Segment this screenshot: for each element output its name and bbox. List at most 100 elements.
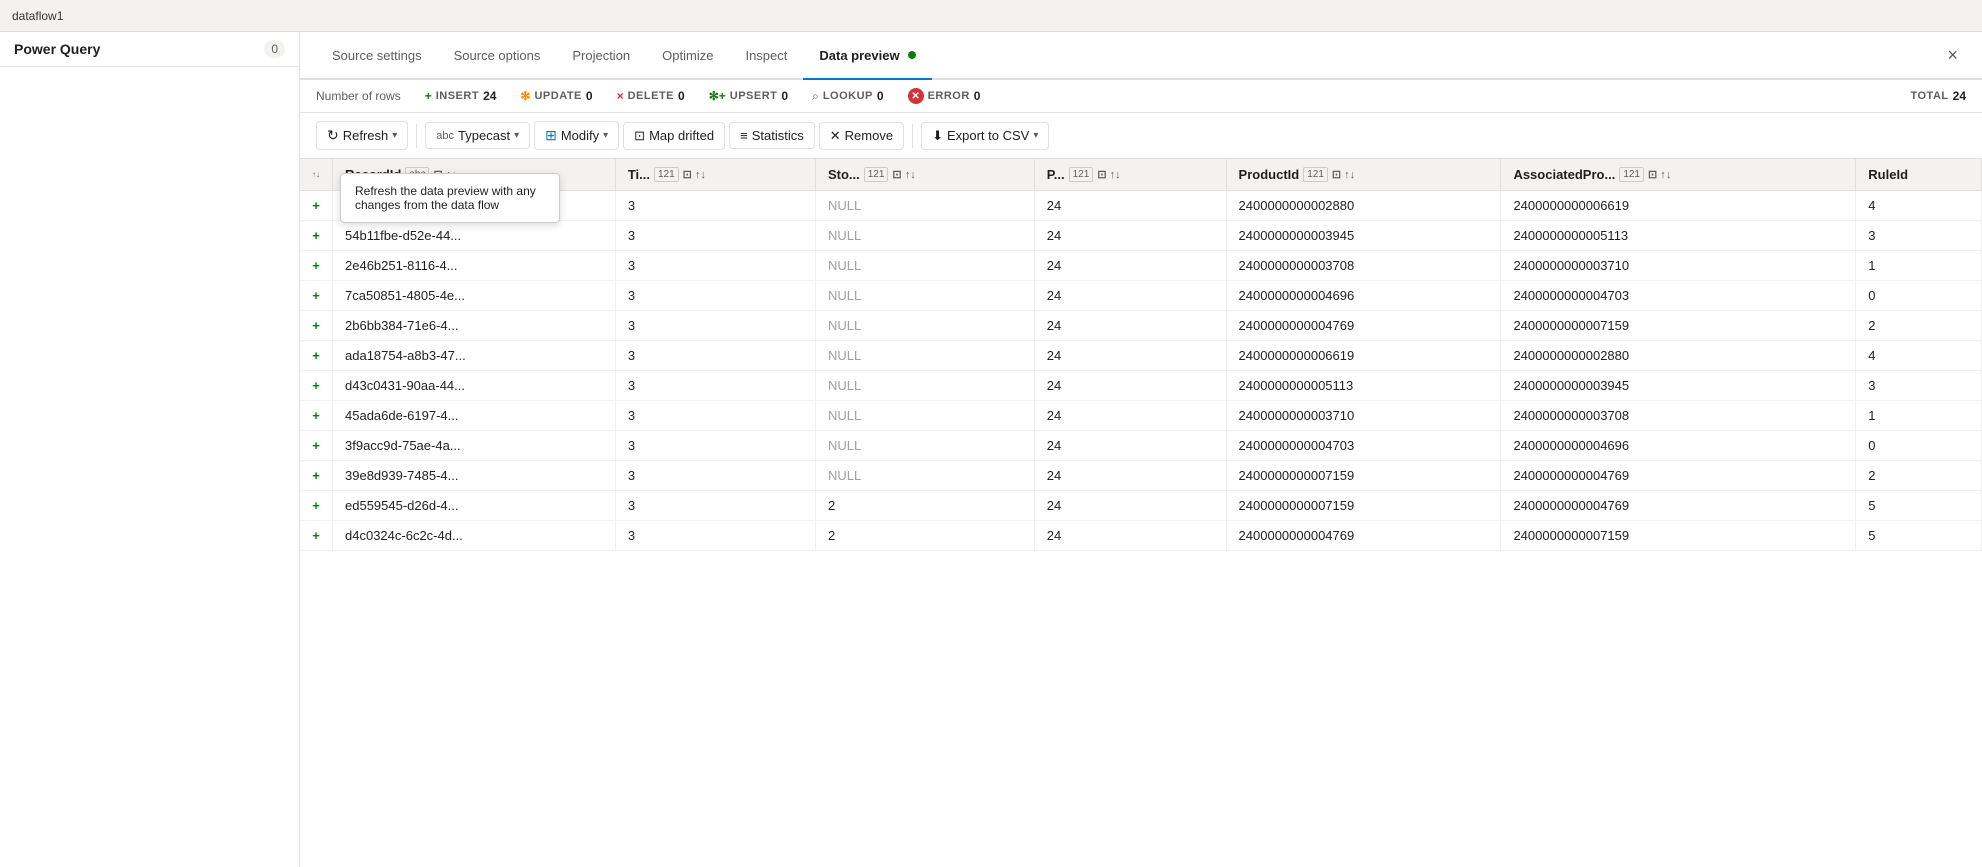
toolbar: Refresh the data preview with any change… (300, 113, 1982, 159)
row-insert-icon: + (300, 281, 333, 311)
map-drifted-icon: ⊡ (634, 128, 645, 144)
tabs-bar: Source settings Source options Projectio… (300, 32, 1982, 80)
cell-sto: NULL (815, 191, 1034, 221)
row-insert-icon: + (300, 191, 333, 221)
table-row[interactable]: + 2b6bb384-71e6-4... 3 NULL 24 240000000… (300, 311, 1982, 341)
col-sto-type: 121 (864, 167, 889, 182)
cell-recordid: 3f9acc9d-75ae-4a... (333, 431, 616, 461)
sidebar-count: 0 (264, 40, 285, 58)
cell-ruleid: 5 (1856, 521, 1982, 551)
lookup-icon: ⌕ (812, 89, 819, 104)
stat-lookup: ⌕ LOOKUP 0 (812, 89, 883, 104)
cell-p: 24 (1034, 311, 1226, 341)
col-sto-header[interactable]: Sto... 121 ⊡ ↑↓ (815, 159, 1034, 191)
cell-p: 24 (1034, 281, 1226, 311)
sidebar-header: Power Query 0 (0, 32, 299, 67)
content-area: Source settings Source options Projectio… (300, 32, 1982, 867)
statistics-button[interactable]: ≡ Statistics (729, 122, 815, 149)
stat-upsert: ✻+ UPSERT 0 (709, 89, 788, 103)
table-row[interactable]: + 2e46b251-8116-4... 3 NULL 24 240000000… (300, 251, 1982, 281)
sort-arrows-icon: ↑↓ (312, 170, 320, 179)
col-associatedpro-type: 121 (1619, 167, 1644, 182)
table-row[interactable]: + 3f9acc9d-75ae-4a... 3 NULL 24 24000000… (300, 431, 1982, 461)
col-sort-header: ↑↓ (300, 159, 333, 191)
typecast-button[interactable]: abc Typecast ▾ (425, 122, 530, 149)
table-row[interactable]: + d4c0324c-6c2c-4d... 3 2 24 24000000000… (300, 521, 1982, 551)
cell-productid: 2400000000005113 (1226, 371, 1501, 401)
tab-inspect[interactable]: Inspect (729, 32, 803, 80)
cell-ti: 3 (615, 221, 815, 251)
close-tab-button[interactable]: × (1939, 41, 1966, 70)
modify-button[interactable]: ⊞ Modify ▾ (534, 121, 619, 150)
cell-recordid: d4c0324c-6c2c-4d... (333, 521, 616, 551)
col-ti-label: Ti... (628, 167, 650, 182)
cell-ruleid: 0 (1856, 431, 1982, 461)
data-table-container[interactable]: ↑↓ RecordId abc ⊡ ↑↓ (300, 159, 1982, 867)
col-ti-header[interactable]: Ti... 121 ⊡ ↑↓ (615, 159, 815, 191)
col-sto-label: Sto... (828, 167, 860, 182)
statistics-icon: ≡ (740, 128, 748, 143)
toolbar-separator-1 (416, 124, 417, 148)
table-row[interactable]: + 7ca50851-4805-4e... 3 NULL 24 24000000… (300, 281, 1982, 311)
cell-ti: 3 (615, 191, 815, 221)
cell-productid: 2400000000003710 (1226, 401, 1501, 431)
cell-ti: 3 (615, 461, 815, 491)
col-associatedpro-header[interactable]: AssociatedPro... 121 ⊡ ↑↓ (1501, 159, 1856, 191)
table-row[interactable]: + 39e8d939-7485-4... 3 NULL 24 240000000… (300, 461, 1982, 491)
error-icon: ✕ (908, 88, 924, 104)
row-insert-icon: + (300, 461, 333, 491)
cell-ruleid: 3 (1856, 221, 1982, 251)
cell-p: 24 (1034, 461, 1226, 491)
table-row[interactable]: + d43c0431-90aa-44... 3 NULL 24 24000000… (300, 371, 1982, 401)
cell-associatedpro: 2400000000004769 (1501, 491, 1856, 521)
tab-source-options[interactable]: Source options (438, 32, 557, 80)
refresh-chevron-icon: ▾ (392, 130, 397, 141)
row-insert-icon: + (300, 401, 333, 431)
refresh-icon: ↻ (327, 127, 339, 144)
cell-ti: 3 (615, 521, 815, 551)
tab-projection[interactable]: Projection (556, 32, 646, 80)
cell-productid: 2400000000004769 (1226, 311, 1501, 341)
cell-recordid: 45ada6de-6197-4... (333, 401, 616, 431)
cell-ti: 3 (615, 281, 815, 311)
col-productid-header[interactable]: ProductId 121 ⊡ ↑↓ (1226, 159, 1501, 191)
export-icon: ⬇ (932, 128, 943, 144)
map-drifted-button[interactable]: ⊡ Map drifted (623, 122, 725, 150)
col-ruleid-header[interactable]: RuleId (1856, 159, 1982, 191)
cell-sto: 2 (815, 491, 1034, 521)
typecast-chevron-icon: ▾ (514, 130, 519, 141)
tab-data-preview[interactable]: Data preview (803, 32, 931, 80)
cell-ruleid: 1 (1856, 251, 1982, 281)
cell-sto: NULL (815, 461, 1034, 491)
tab-optimize[interactable]: Optimize (646, 32, 729, 80)
cell-recordid: ed559545-d26d-4... (333, 491, 616, 521)
title-bar-text: dataflow1 (12, 9, 63, 23)
cell-ti: 3 (615, 251, 815, 281)
stat-update: ✻ UPDATE 0 (520, 89, 592, 103)
cell-associatedpro: 2400000000005113 (1501, 221, 1856, 251)
cell-ti: 3 (615, 491, 815, 521)
col-p-header[interactable]: P... 121 ⊡ ↑↓ (1034, 159, 1226, 191)
cell-ti: 3 (615, 371, 815, 401)
table-row[interactable]: + 54b11fbe-d52e-44... 3 NULL 24 24000000… (300, 221, 1982, 251)
cell-recordid: d43c0431-90aa-44... (333, 371, 616, 401)
cell-associatedpro: 2400000000004696 (1501, 431, 1856, 461)
export-chevron-icon: ▾ (1033, 130, 1038, 141)
table-row[interactable]: + ed559545-d26d-4... 3 2 24 240000000000… (300, 491, 1982, 521)
cell-ti: 3 (615, 341, 815, 371)
table-row[interactable]: + ada18754-a8b3-47... 3 NULL 24 24000000… (300, 341, 1982, 371)
table-body: + af8d6d3c-3b04-43... 3 NULL 24 24000000… (300, 191, 1982, 551)
row-insert-icon: + (300, 431, 333, 461)
remove-button[interactable]: ✕ Remove (819, 122, 904, 150)
cell-sto: NULL (815, 251, 1034, 281)
sidebar: Power Query 0 (0, 32, 300, 867)
cell-associatedpro: 2400000000003945 (1501, 371, 1856, 401)
refresh-button[interactable]: ↻ Refresh ▾ (316, 121, 408, 150)
export-csv-button[interactable]: ⬇ Export to CSV ▾ (921, 122, 1049, 150)
table-row[interactable]: + 45ada6de-6197-4... 3 NULL 24 240000000… (300, 401, 1982, 431)
col-ti-actions: ⊡ ↑↓ (683, 168, 706, 181)
cell-ruleid: 4 (1856, 341, 1982, 371)
tab-source-settings[interactable]: Source settings (316, 32, 438, 80)
cell-associatedpro: 2400000000003708 (1501, 401, 1856, 431)
stat-insert: + INSERT 24 (425, 89, 497, 103)
